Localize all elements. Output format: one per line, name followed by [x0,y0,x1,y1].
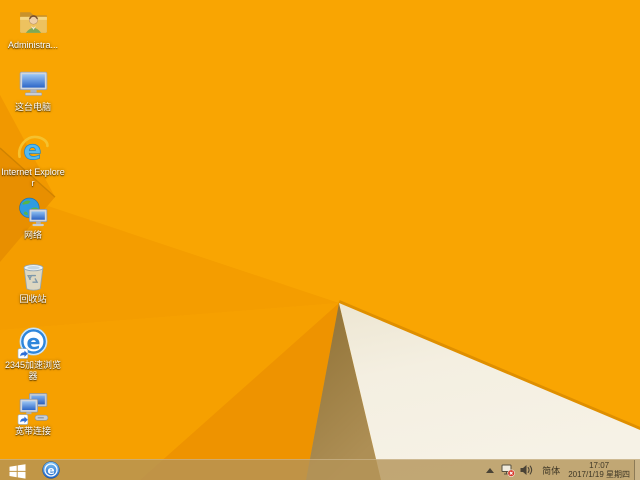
desktop-icon-label: 宽带连接 [14,426,51,436]
desktop-icon-browser-2345[interactable]: e 2345加速浏览器 [1,326,65,382]
network-icon [18,197,47,227]
windows-logo-icon [9,463,25,479]
desktop-icon-label: Administra... [7,40,58,50]
network-status-button[interactable] [501,464,516,477]
clock-time: 17:07 [589,461,610,470]
internet-explorer-icon: e [17,134,49,166]
volume-button[interactable] [520,464,533,476]
desktop-wallpaper [0,0,640,480]
show-hidden-icons-button[interactable] [486,467,495,473]
desktop-icon-label: 网络 [23,230,42,240]
svg-text:e: e [47,465,54,477]
clock-date: 2017/1/19 星期四 [568,470,630,479]
network-disconnected-icon [501,464,516,477]
desktop-icon-recycle-bin[interactable]: 回收站 [1,260,65,305]
browser-2345-taskbar-icon: e [42,461,60,479]
user-folder-icon [19,12,47,33]
ime-indicator[interactable]: 简体 [542,464,560,477]
start-button[interactable] [0,460,34,480]
taskbar: e 简体 17:07 2017/1/19 星期四 [0,459,640,480]
recycle-bin-icon [23,264,43,291]
desktop-icon-label: 这台电脑 [14,102,51,112]
desktop-icon-label: 回收站 [19,294,47,304]
broadband-connection-icon [17,393,48,425]
desktop-icon-administrator-folder[interactable]: Administra... [1,6,65,51]
desktop-icon-network[interactable]: 网络 [1,196,65,241]
show-desktop-button[interactable] [634,460,640,480]
desktop-icon-label: Internet Explorer [1,167,65,188]
svg-text:e: e [26,330,40,354]
browser-2345-icon: e [17,327,47,359]
taskbar-clock[interactable]: 17:07 2017/1/19 星期四 [568,461,630,479]
desktop-icon-label: 2345加速浏览器 [4,360,62,381]
system-tray: 简体 17:07 2017/1/19 星期四 [486,460,640,480]
desktop-icon-broadband-connection[interactable]: 宽带连接 [1,392,65,437]
desktop-icon-this-pc[interactable]: 这台电脑 [1,68,65,113]
desktop-icon-internet-explorer[interactable]: e Internet Explorer [1,133,65,189]
desktop: Administra... 这台电脑 e Internet Explorer 网… [0,0,640,480]
this-pc-icon [19,71,47,96]
speaker-icon [520,465,533,475]
taskbar-app-browser-2345[interactable]: e [38,460,64,480]
